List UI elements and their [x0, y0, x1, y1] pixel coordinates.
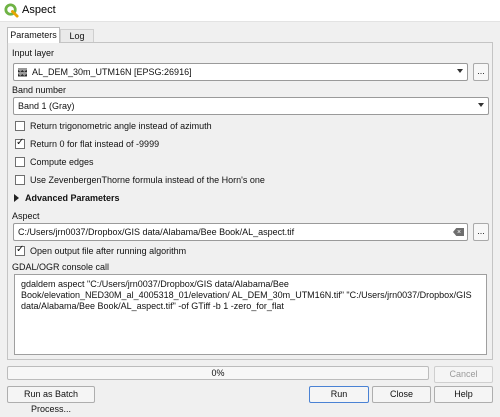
progress-text: 0%: [211, 368, 225, 378]
chevron-down-icon: [478, 103, 484, 107]
input-layer-browse-button[interactable]: ...: [473, 63, 489, 81]
aspect-label: Aspect: [12, 211, 40, 221]
tab-parameters[interactable]: Parameters: [7, 27, 60, 43]
close-button[interactable]: Close: [372, 386, 431, 403]
checkbox[interactable]: [15, 157, 25, 167]
band-number-label: Band number: [12, 85, 67, 95]
checkmark-icon: ✓: [16, 137, 25, 148]
clear-icon[interactable]: ×: [453, 228, 464, 236]
aspect-browse-button[interactable]: ...: [473, 223, 489, 241]
aspect-output-field[interactable]: C:/Users/jrn0037/Dropbox/GIS data/Alabam…: [13, 223, 468, 241]
raster-layer-icon: [18, 68, 27, 77]
chevron-right-icon: [14, 194, 19, 202]
qgis-icon: [4, 3, 19, 18]
title-bar: Aspect: [0, 0, 500, 22]
progress-bar: 0%: [7, 366, 429, 380]
band-number-value: Band 1 (Gray): [18, 101, 75, 111]
window-title: Aspect: [22, 4, 56, 16]
input-layer-label: Input layer: [12, 48, 55, 58]
checkbox[interactable]: [15, 175, 25, 185]
checkbox[interactable]: [15, 121, 25, 131]
cancel-button[interactable]: Cancel: [434, 366, 493, 383]
checkbox-label: Compute edges: [30, 157, 94, 167]
aspect-output-value: C:/Users/jrn0037/Dropbox/GIS data/Alabam…: [18, 227, 295, 237]
checkbox-label: Use ZevenbergenThorne formula instead of…: [30, 175, 265, 185]
checkbox-label: Return trigonometric angle instead of az…: [30, 121, 212, 131]
tab-log[interactable]: Log: [60, 29, 94, 43]
checkbox-label: Open output file after running algorithm: [30, 246, 187, 256]
console-call-textbox[interactable]: gdaldem aspect "C:/Users/jrn0037/Dropbox…: [14, 274, 487, 355]
checkbox-label: Return 0 for flat instead of -9999: [30, 139, 160, 149]
band-number-combo[interactable]: Band 1 (Gray): [13, 97, 489, 115]
input-layer-value: AL_DEM_30m_UTM16N [EPSG:26916]: [32, 67, 192, 77]
parameters-panel: Input layer AL_DEM_30m_UTM16N [EPSG:2691…: [7, 42, 493, 360]
checkmark-icon: ✓: [16, 244, 25, 255]
advanced-parameters-label: Advanced Parameters: [25, 193, 120, 203]
run-batch-button[interactable]: Run as Batch Process...: [7, 386, 95, 414]
chevron-down-icon: [457, 69, 463, 73]
help-button[interactable]: Help: [434, 386, 493, 403]
checkbox[interactable]: ✓: [15, 137, 25, 149]
input-layer-combo[interactable]: AL_DEM_30m_UTM16N [EPSG:26916]: [13, 63, 468, 81]
checkbox[interactable]: ✓: [15, 244, 25, 256]
run-button[interactable]: Run: [309, 386, 369, 403]
console-label: GDAL/OGR console call: [12, 262, 110, 272]
